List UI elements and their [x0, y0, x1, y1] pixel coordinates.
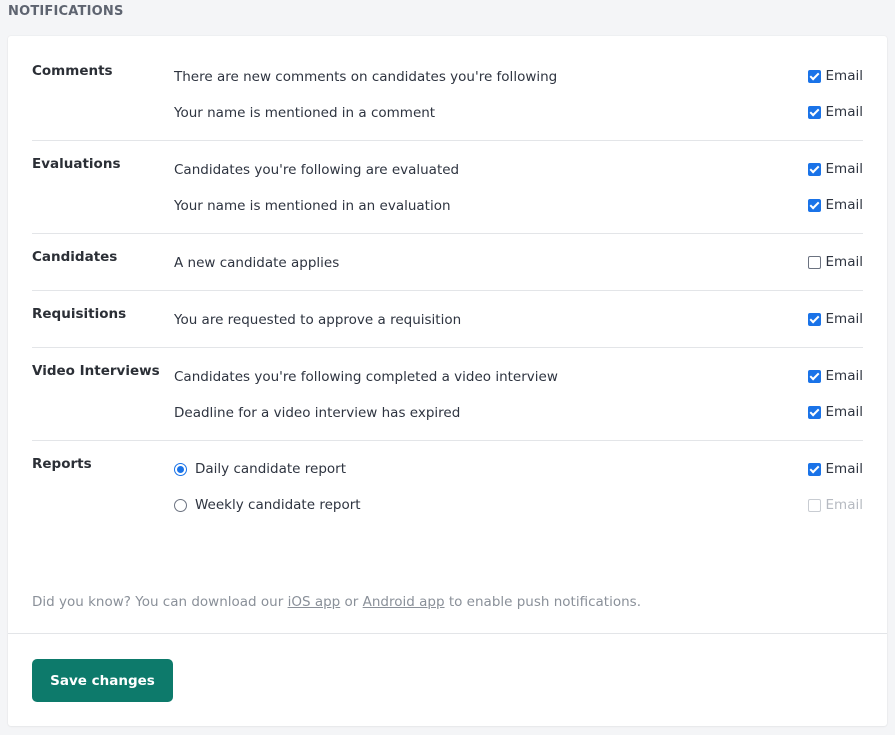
row-text: Your name is mentioned in a comment	[174, 105, 436, 121]
section-title: NOTIFICATIONS	[8, 4, 124, 19]
row-text: You are requested to approve a requisiti…	[174, 312, 462, 328]
notifications-card: Comments There are new comments on candi…	[8, 36, 887, 726]
notification-row: There are new comments on candidates you…	[32, 58, 863, 94]
email-checkbox[interactable]	[807, 105, 821, 119]
email-toggle[interactable]: Email	[807, 103, 863, 121]
note-prefix: Did you know? You can download our	[32, 594, 288, 610]
email-checkbox[interactable]	[807, 369, 821, 383]
row-text: Deadline for a video interview has expir…	[174, 405, 461, 421]
notifications-page: NOTIFICATIONS Comments There are new com…	[0, 0, 895, 735]
email-toggle[interactable]: Email	[807, 67, 863, 85]
row-text: Candidates you're following are evaluate…	[174, 162, 460, 178]
weekly-report-option[interactable]: Weekly candidate report	[174, 496, 361, 514]
note-middle: or	[340, 594, 363, 610]
row-text: Your name is mentioned in an evaluation	[174, 198, 451, 214]
email-label: Email	[825, 461, 863, 477]
notification-row: Deadline for a video interview has expir…	[32, 394, 863, 430]
email-checkbox[interactable]	[807, 162, 821, 176]
email-toggle[interactable]: Email	[807, 403, 863, 421]
email-toggle[interactable]: Email	[807, 367, 863, 385]
notification-row: A new candidate applies Email	[32, 244, 863, 280]
notification-row: Candidates you're following are evaluate…	[32, 151, 863, 187]
email-toggle[interactable]: Email	[807, 196, 863, 214]
email-toggle-disabled: Email	[807, 496, 863, 514]
group-evaluations: Evaluations Candidates you're following …	[32, 141, 863, 234]
notification-row: Your name is mentioned in a comment Emai…	[32, 94, 863, 130]
email-toggle[interactable]: Email	[807, 310, 863, 328]
email-checkbox[interactable]	[807, 255, 821, 269]
email-label: Email	[825, 311, 863, 327]
daily-report-option[interactable]: Daily candidate report	[174, 460, 346, 478]
group-candidates: Candidates A new candidate applies Email	[32, 234, 863, 291]
email-label: Email	[825, 404, 863, 420]
email-label: Email	[825, 161, 863, 177]
weekly-report-radio[interactable]	[174, 498, 187, 512]
notification-row: You are requested to approve a requisiti…	[32, 301, 863, 337]
email-checkbox-disabled	[807, 498, 821, 512]
email-label: Email	[825, 197, 863, 213]
report-row-weekly: Weekly candidate report Email	[32, 487, 863, 523]
notification-groups: Comments There are new comments on candi…	[32, 48, 863, 533]
email-toggle[interactable]: Email	[807, 160, 863, 178]
email-label: Email	[825, 497, 863, 513]
group-comments: Comments There are new comments on candi…	[32, 48, 863, 141]
push-notification-note: Did you know? You can download our iOS a…	[32, 593, 641, 611]
notification-row: Your name is mentioned in an evaluation …	[32, 187, 863, 223]
footer-divider	[8, 633, 887, 634]
email-checkbox[interactable]	[807, 69, 821, 83]
group-requisitions: Requisitions You are requested to approv…	[32, 291, 863, 348]
email-checkbox[interactable]	[807, 198, 821, 212]
ios-app-link[interactable]: iOS app	[288, 594, 341, 610]
row-text: There are new comments on candidates you…	[174, 69, 558, 85]
email-label: Email	[825, 254, 863, 270]
email-label: Email	[825, 368, 863, 384]
row-text: A new candidate applies	[174, 255, 340, 271]
email-label: Email	[825, 68, 863, 84]
radio-label: Daily candidate report	[195, 461, 346, 477]
notification-row: Candidates you're following completed a …	[32, 358, 863, 394]
email-label: Email	[825, 104, 863, 120]
save-changes-button[interactable]: Save changes	[32, 659, 173, 702]
group-video-interviews: Video Interviews Candidates you're follo…	[32, 348, 863, 441]
email-toggle[interactable]: Email	[807, 460, 863, 478]
row-text: Candidates you're following completed a …	[174, 369, 558, 385]
email-checkbox[interactable]	[807, 312, 821, 326]
email-checkbox[interactable]	[807, 405, 821, 419]
note-suffix: to enable push notifications.	[444, 594, 641, 610]
radio-label: Weekly candidate report	[195, 497, 361, 513]
email-toggle[interactable]: Email	[807, 253, 863, 271]
report-row-daily: Daily candidate report Email	[32, 451, 863, 487]
group-reports: Reports Daily candidate report Email Wee…	[32, 441, 863, 533]
daily-report-radio[interactable]	[174, 462, 187, 476]
email-checkbox[interactable]	[807, 462, 821, 476]
android-app-link[interactable]: Android app	[363, 594, 445, 610]
